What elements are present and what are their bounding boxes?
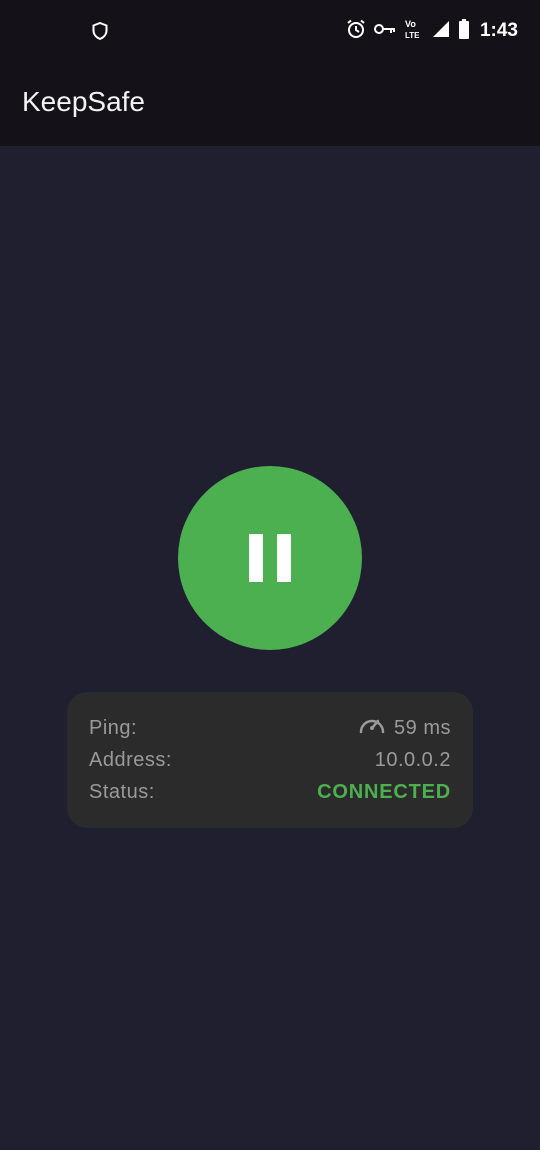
- address-value: 10.0.0.2: [374, 748, 451, 771]
- battery-icon: [458, 18, 470, 44]
- address-label: Address:: [89, 748, 172, 771]
- status-value: CONNECTED: [317, 780, 451, 803]
- volte-bottom-label: LTE: [405, 31, 420, 40]
- signal-icon: [432, 20, 450, 43]
- speedometer-icon: [358, 714, 386, 742]
- pause-bar-left: [249, 534, 263, 582]
- ping-value-group: 59 ms: [358, 714, 451, 742]
- ping-value: 59 ms: [394, 716, 451, 739]
- shield-icon: [92, 21, 108, 41]
- status-row: Status: CONNECTED: [89, 778, 451, 806]
- connection-info-card: Ping: 59 ms Address: 10.0.0.2 Status: CO…: [67, 692, 473, 828]
- status-bar: Vo LTE 1:43: [0, 0, 540, 62]
- app-bar: KeepSafe: [0, 62, 540, 146]
- pause-bar-right: [277, 534, 291, 582]
- address-row: Address: 10.0.0.2: [89, 746, 451, 774]
- volte-top-label: Vo: [405, 19, 416, 29]
- ping-row: Ping: 59 ms: [89, 714, 451, 742]
- volte-icon: Vo LTE: [404, 18, 424, 45]
- app-title: KeepSafe: [22, 86, 145, 117]
- vpn-toggle-button[interactable]: [178, 466, 362, 650]
- vpn-key-icon: [373, 22, 396, 41]
- main-content: Ping: 59 ms Address: 10.0.0.2 Status: CO…: [0, 146, 540, 1150]
- alarm-icon: [346, 19, 366, 44]
- status-time: 1:43: [479, 20, 518, 41]
- ping-label: Ping:: [89, 716, 138, 739]
- status-label: Status:: [89, 780, 155, 803]
